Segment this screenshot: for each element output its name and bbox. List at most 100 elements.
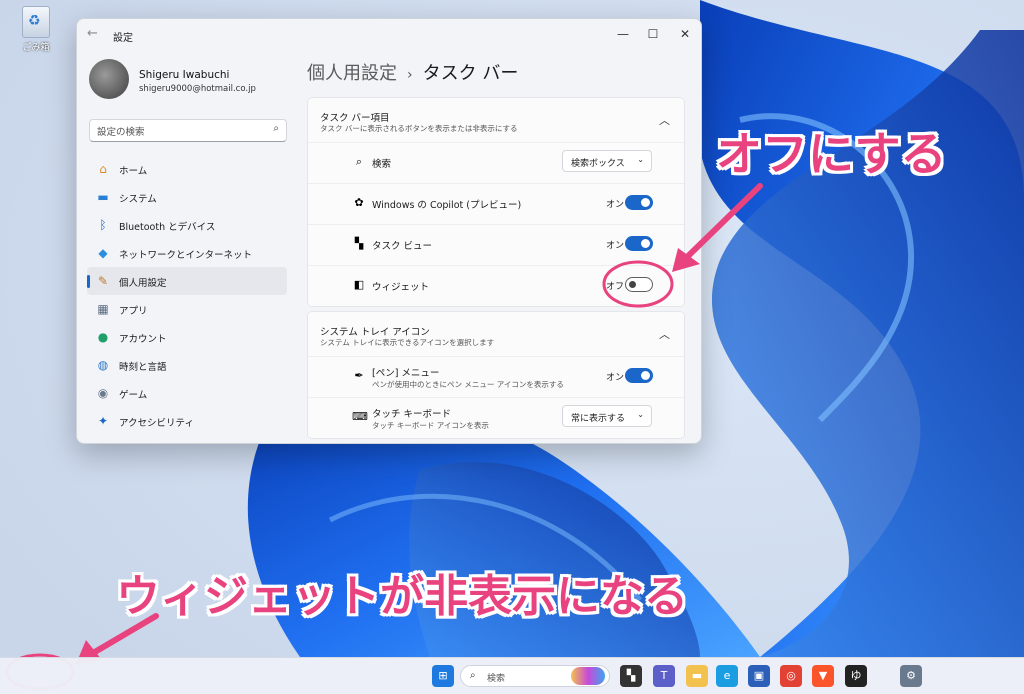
app-icon[interactable]: ゆ: [845, 665, 867, 687]
dropdown-value: 検索ボックス: [571, 159, 625, 169]
task-view-icon[interactable]: ▚: [620, 665, 642, 687]
store-icon[interactable]: ▣: [748, 665, 770, 687]
sidebar-item[interactable]: ◉ ゲーム: [87, 379, 287, 407]
setting-label: ウィジェット: [372, 282, 430, 293]
dropdown-value: 常に表示する: [571, 414, 626, 424]
settings-icon[interactable]: ⚙: [900, 665, 922, 687]
sidebar-item-label: 個人用設定: [119, 278, 167, 289]
breadcrumb-parent[interactable]: 個人用設定: [307, 63, 397, 84]
dropdown-select[interactable]: 常に表示する ⌄: [562, 405, 652, 427]
breadcrumb-separator-icon: ›: [407, 67, 413, 83]
sidebar-item[interactable]: ▦ アプリ: [87, 295, 287, 323]
sidebar-item-label: アクセシビリティ: [119, 418, 194, 429]
recycle-bin-icon: ♻: [22, 6, 50, 38]
setting-label: 検索: [372, 159, 392, 170]
settings-content: タスク バー項目 タスク バーに表示されるボタンを表示または非表示にする ︿ ⌕…: [307, 97, 685, 443]
window-title: 設定: [113, 33, 133, 44]
sidebar-item[interactable]: ◆ ネットワークとインターネット: [87, 239, 287, 267]
taskbar-search-placeholder: 検索: [487, 674, 506, 684]
sidebar-item-label: システム: [119, 194, 157, 205]
system-tray-header[interactable]: システム トレイ アイコン システム トレイに表示できるアイコンを選択します ︿: [308, 312, 684, 356]
toggle-state-label: オン: [605, 241, 624, 251]
sidebar-item[interactable]: ▬ システム: [87, 183, 287, 211]
sidebar-item-label: Bluetooth とデバイス: [119, 222, 216, 233]
start-icon[interactable]: ⊞: [432, 665, 454, 687]
avatar: [89, 59, 129, 99]
sidebar-item-label: ネットワークとインターネット: [119, 250, 253, 261]
taskbar-items-header[interactable]: タスク バー項目 タスク バーに表示されるボタンを表示または非表示にする ︿: [308, 98, 684, 142]
sidebar-item[interactable]: ◍ 時刻と言語: [87, 351, 287, 379]
toggle-switch[interactable]: [625, 195, 653, 210]
sidebar-item-label: アプリ: [119, 306, 148, 317]
chevron-down-icon: ⌄: [637, 410, 644, 419]
toggle-state-label: オン: [605, 373, 624, 383]
setting-label: Windows の Copilot (プレビュー): [372, 200, 522, 211]
dropdown-select[interactable]: 検索ボックス ⌄: [562, 150, 652, 172]
annotation-text-widget-hidden: ウィジェットが非表示になる: [116, 571, 688, 622]
sidebar-item[interactable]: ✎ 個人用設定: [87, 267, 287, 295]
home-icon: ⌂: [99, 162, 107, 176]
setting-row: ⌕ 検索 検索ボックス ⌄: [308, 142, 684, 183]
close-icon[interactable]: ✕: [671, 23, 699, 45]
group-title: システム トレイ アイコン: [320, 327, 430, 338]
account-icon: ●: [97, 330, 109, 344]
setting-description: タッチ キーボード アイコンを表示: [372, 421, 489, 430]
page-title: 個人用設定 › タスク バー: [307, 59, 518, 85]
toggle-state-label: オン: [605, 200, 624, 210]
setting-row: ⌨ タッチ キーボード タッチ キーボード アイコンを表示 常に表示する ⌄: [308, 397, 684, 438]
group-subtitle: タスク バーに表示されるボタンを表示または非表示にする: [320, 124, 518, 133]
setting-label: タッチ キーボード: [372, 409, 452, 420]
setting-label: [ペン] メニュー: [372, 368, 440, 379]
setting-row: ▚ タスク ビュー オン: [308, 224, 684, 265]
setting-row: ✿ Windows の Copilot (プレビュー) オン: [308, 183, 684, 224]
recycle-bin-label: ごみ箱: [22, 43, 50, 53]
taskbar-search-box[interactable]: ⌕ 検索: [460, 665, 610, 687]
setting-description: ペンが使用中のときにペン メニュー アイコンを表示する: [372, 380, 564, 389]
pen-icon: ✒: [354, 369, 364, 382]
taskbar-items-rows: ⌕ 検索 検索ボックス ⌄ ✿ Windows の Copilot (プレビュー) オン ▚ タ…: [308, 142, 684, 306]
toggle-switch[interactable]: [625, 277, 653, 292]
sidebar-item[interactable]: ⌂ ホーム: [87, 155, 287, 183]
settings-search-input[interactable]: 設定の検索 ⌕: [89, 119, 287, 142]
copilot-icon: ✿: [354, 196, 364, 209]
recycle-bin[interactable]: ♻ ごみ箱: [14, 6, 58, 53]
chevron-down-icon: ⌄: [637, 155, 644, 164]
sidebar-nav: ⌂ ホーム ▬ システム ᛒ Bluetooth とデバイス ◆ ネットワークとインターネット…: [87, 155, 287, 435]
sidebar-item[interactable]: ● アカウント: [87, 323, 287, 351]
active-indicator: [87, 275, 90, 288]
user-profile[interactable]: Shigeru Iwabuchi shigeru9000@hotmail.co.…: [89, 59, 289, 103]
search-placeholder: 設定の検索: [97, 127, 145, 138]
accessibility-icon: ✦: [97, 414, 109, 428]
sidebar-item-label: ホーム: [119, 166, 148, 177]
sidebar-item-label: 時刻と言語: [119, 362, 167, 373]
search-icon: ⌕: [355, 155, 363, 168]
system-tray-rows: ✒ [ペン] メニュー ペンが使用中のときにペン メニュー アイコンを表示する オン ⌨…: [308, 356, 684, 438]
system-tray-group: システム トレイ アイコン システム トレイに表示できるアイコンを選択します ︿…: [307, 311, 685, 439]
sidebar-item[interactable]: ✦ アクセシビリティ: [87, 407, 287, 435]
toggle-switch[interactable]: [625, 236, 653, 251]
chevron-up-icon[interactable]: ︿: [659, 326, 670, 342]
toggle-switch[interactable]: [625, 368, 653, 383]
sidebar-item-label: アカウント: [119, 334, 167, 345]
user-name: Shigeru Iwabuchi: [139, 69, 230, 81]
teams-icon[interactable]: T: [653, 665, 675, 687]
brave-icon[interactable]: ▼: [812, 665, 834, 687]
chevron-up-icon[interactable]: ︿: [659, 112, 670, 128]
annotation-text-turn-off: オフにする: [716, 127, 947, 181]
group-subtitle: システム トレイに表示できるアイコンを選択します: [320, 338, 495, 347]
search-icon: ⌕: [470, 670, 476, 681]
breadcrumb-current: タスク バー: [422, 63, 519, 84]
back-arrow-icon[interactable]: ←: [87, 26, 98, 41]
edge-icon[interactable]: e: [716, 665, 738, 687]
maximize-icon[interactable]: ☐: [639, 23, 667, 45]
minimize-icon[interactable]: —: [609, 23, 637, 45]
settings-window: ← 設定 — ☐ ✕ Shigeru Iwabuchi shigeru9000@…: [76, 18, 702, 444]
keyboard-icon: ⌨: [352, 410, 368, 423]
task-view-icon: ▚: [354, 237, 364, 250]
chrome-icon[interactable]: ◎: [780, 665, 802, 687]
system-icon: ▬: [97, 190, 109, 204]
taskbar: ⊞ ▚ T ▬ e ▣ ◎ ▼ ゆ ⚙ ⌕ 検索: [0, 657, 1024, 694]
setting-row: ✒ [ペン] メニュー ペンが使用中のときにペン メニュー アイコンを表示する オン: [308, 356, 684, 397]
sidebar-item[interactable]: ᛒ Bluetooth とデバイス: [87, 211, 287, 239]
file-explorer-icon[interactable]: ▬: [686, 665, 708, 687]
